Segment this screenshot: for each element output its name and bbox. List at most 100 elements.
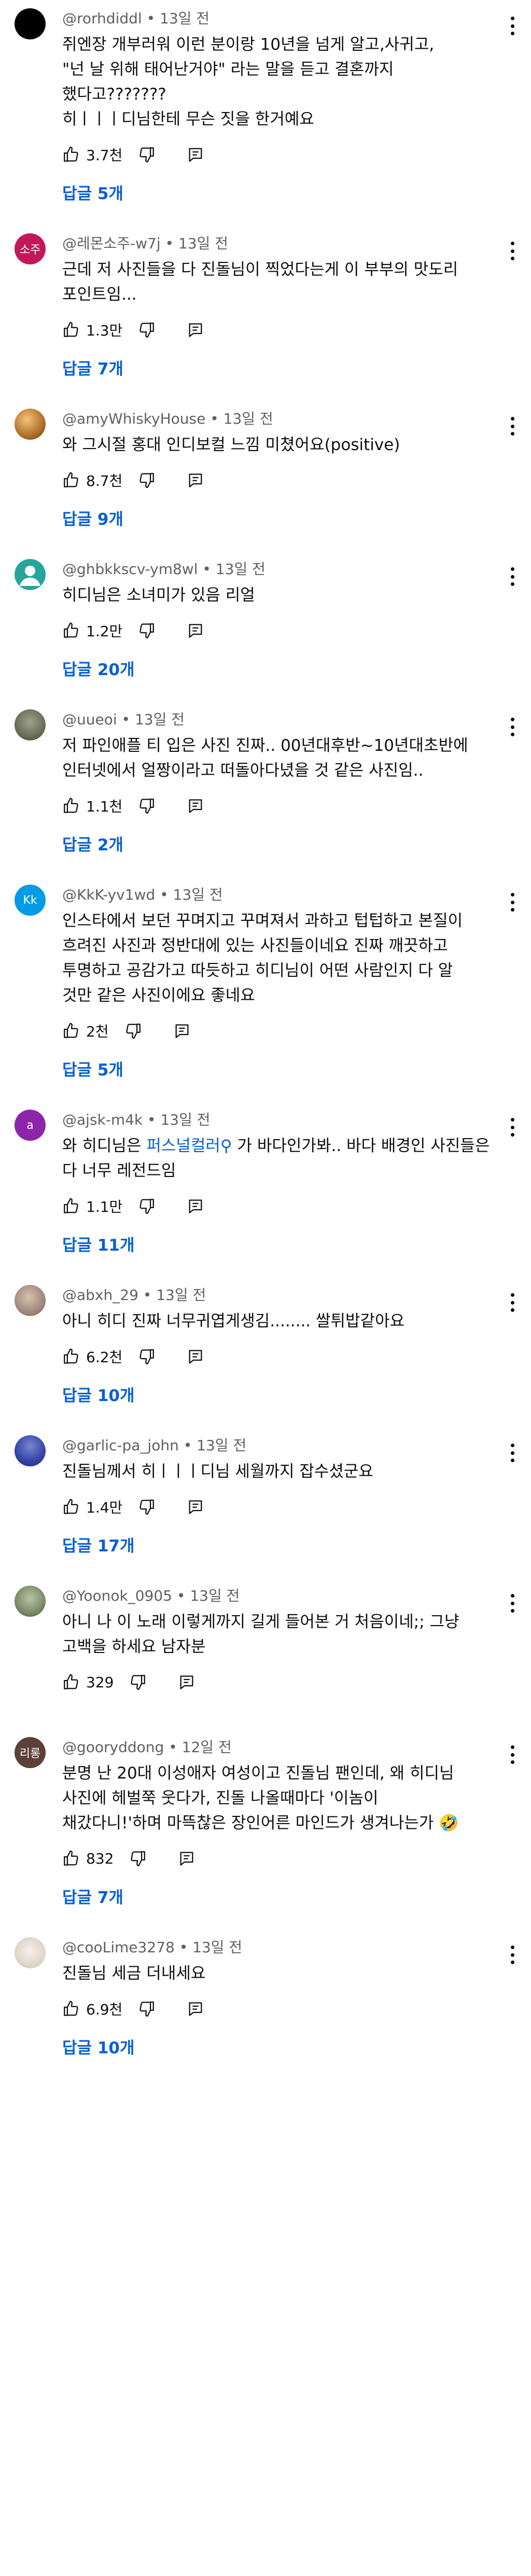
- comment-time[interactable]: 13일 전: [216, 561, 266, 578]
- more-options-icon[interactable]: [506, 414, 519, 439]
- view-replies-button[interactable]: 답글 2개: [62, 835, 123, 856]
- comment-author[interactable]: @garlic-pa_john: [62, 1437, 179, 1454]
- dislike-button[interactable]: [138, 471, 156, 489]
- reply-button[interactable]: [173, 1022, 191, 1040]
- reply-button[interactable]: [187, 1498, 204, 1516]
- like-button[interactable]: 8.7천: [62, 470, 122, 491]
- comment-time[interactable]: 13일 전: [190, 1587, 240, 1604]
- more-options-icon[interactable]: [506, 1440, 519, 1465]
- comment-time[interactable]: 13일 전: [135, 711, 185, 728]
- like-button[interactable]: 1.4만: [62, 1496, 122, 1517]
- comment-time[interactable]: 13일 전: [160, 1111, 210, 1128]
- comment-time[interactable]: 13일 전: [197, 1437, 246, 1454]
- more-options-icon[interactable]: [506, 1115, 519, 1140]
- like-button[interactable]: 1.1만: [62, 1196, 122, 1216]
- view-replies-button[interactable]: 답글 10개: [62, 1385, 135, 1406]
- reply-button[interactable]: [178, 1850, 195, 1867]
- comment-author[interactable]: @abxh_29: [62, 1286, 138, 1304]
- more-options-icon[interactable]: [506, 715, 519, 739]
- reply-button[interactable]: [187, 146, 204, 163]
- like-button[interactable]: 1.1천: [62, 795, 122, 816]
- comment-author[interactable]: @uueoi: [62, 711, 117, 728]
- comment-author[interactable]: @레몬소주-w7j: [62, 235, 161, 252]
- reply-icon: [189, 323, 202, 337]
- avatar[interactable]: [15, 1435, 46, 1466]
- dislike-button[interactable]: [138, 1348, 156, 1365]
- more-options-icon[interactable]: [506, 1290, 519, 1315]
- more-options-icon[interactable]: [506, 1942, 519, 1967]
- thumbs-up-icon: [64, 1674, 78, 1689]
- comment-author[interactable]: @amyWhiskyHouse: [62, 410, 205, 427]
- view-replies-button[interactable]: 답글 7개: [62, 359, 123, 380]
- dislike-button[interactable]: [138, 1498, 156, 1516]
- like-button[interactable]: 329: [62, 1673, 114, 1691]
- dislike-button[interactable]: [129, 1850, 147, 1867]
- avatar[interactable]: [15, 8, 46, 39]
- view-replies-button[interactable]: 답글 9개: [62, 509, 123, 530]
- view-replies-button[interactable]: 답글 5개: [62, 1060, 123, 1081]
- reply-button[interactable]: [187, 622, 204, 639]
- avatar[interactable]: Kk: [15, 885, 46, 916]
- like-button[interactable]: 6.2천: [62, 1346, 122, 1367]
- like-button[interactable]: 1.2만: [62, 620, 122, 641]
- like-button[interactable]: 6.9천: [62, 1998, 122, 2019]
- avatar[interactable]: [15, 409, 46, 440]
- like-button[interactable]: 2천: [62, 1020, 109, 1041]
- comment-time[interactable]: 13일 전: [156, 1286, 206, 1304]
- avatar[interactable]: [15, 1586, 46, 1617]
- comment-author[interactable]: @gooryddong: [62, 1739, 164, 1756]
- dislike-button[interactable]: [138, 622, 156, 639]
- avatar[interactable]: [15, 1285, 46, 1316]
- avatar[interactable]: [15, 559, 46, 590]
- comment-time[interactable]: 13일 전: [160, 10, 209, 27]
- more-options-icon[interactable]: [506, 564, 519, 589]
- comment-author[interactable]: @ghbkkscv-ym8wl: [62, 561, 198, 578]
- avatar[interactable]: [15, 709, 46, 740]
- avatar[interactable]: [15, 1937, 46, 1968]
- reply-button[interactable]: [187, 471, 204, 489]
- comment-time[interactable]: 13일 전: [223, 410, 273, 427]
- dislike-button[interactable]: [138, 146, 156, 163]
- search-link-icon[interactable]: ⚲: [220, 1137, 232, 1155]
- comment-author[interactable]: @cooLime3278: [62, 1939, 175, 1956]
- dislike-button[interactable]: [129, 1673, 147, 1691]
- comment-time[interactable]: 13일 전: [192, 1939, 242, 1956]
- mention-link[interactable]: 퍼스널컬러: [146, 1137, 220, 1155]
- dislike-button[interactable]: [138, 2000, 156, 2018]
- view-replies-button[interactable]: 답글 7개: [62, 1887, 123, 1908]
- reply-button[interactable]: [187, 321, 204, 339]
- more-options-icon[interactable]: [506, 13, 519, 38]
- like-button[interactable]: 3.7천: [62, 144, 122, 165]
- more-options-icon[interactable]: [506, 890, 519, 915]
- dislike-button[interactable]: [138, 1197, 156, 1215]
- avatar[interactable]: 리롱: [15, 1737, 46, 1768]
- comment-author[interactable]: @ajsk-m4k: [62, 1111, 143, 1128]
- dislike-button[interactable]: [138, 321, 156, 339]
- avatar[interactable]: 소주: [15, 233, 46, 264]
- view-replies-button[interactable]: 답글 11개: [62, 1235, 135, 1256]
- more-options-icon[interactable]: [506, 1591, 519, 1616]
- like-button[interactable]: 1.3만: [62, 319, 122, 340]
- comment-author[interactable]: @rorhdiddl: [62, 10, 142, 27]
- dislike-button[interactable]: [138, 797, 156, 815]
- avatar[interactable]: a: [15, 1110, 46, 1141]
- like-button[interactable]: 832: [62, 1850, 114, 1867]
- reply-button[interactable]: [187, 1348, 204, 1365]
- view-replies-button[interactable]: 답글 17개: [62, 1536, 135, 1557]
- view-replies-button[interactable]: 답글 10개: [62, 2038, 135, 2059]
- reply-button[interactable]: [187, 2000, 204, 2018]
- view-replies-button[interactable]: 답글 20개: [62, 660, 135, 680]
- comment-time[interactable]: 12일 전: [182, 1739, 232, 1756]
- dislike-button[interactable]: [124, 1022, 142, 1040]
- more-options-icon[interactable]: [506, 1742, 519, 1767]
- comment-meta: @KkK-yv1wd • 13일 전: [62, 886, 223, 903]
- comment-author[interactable]: @Yoonok_0905: [62, 1587, 172, 1604]
- comment-time[interactable]: 13일 전: [173, 886, 223, 903]
- view-replies-button[interactable]: 답글 5개: [62, 184, 123, 204]
- comment-author[interactable]: @KkK-yv1wd: [62, 886, 155, 903]
- more-options-icon[interactable]: [506, 239, 519, 263]
- reply-button[interactable]: [187, 1197, 204, 1215]
- comment-time[interactable]: 13일 전: [178, 235, 228, 252]
- reply-button[interactable]: [187, 797, 204, 815]
- reply-button[interactable]: [178, 1673, 195, 1691]
